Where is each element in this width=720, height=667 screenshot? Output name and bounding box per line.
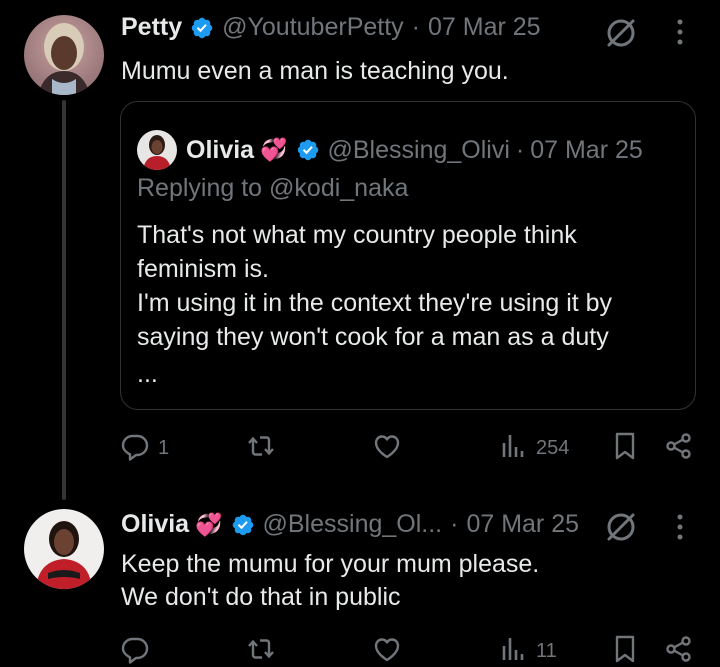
quote-text: That's not what my country people think … — [137, 221, 613, 351]
tweet-text: Keep the mumu for your mum please. We do… — [121, 550, 540, 611]
avatar-olivia-small — [137, 130, 177, 170]
reply-button[interactable] — [120, 633, 158, 667]
replying-to: Replying to @kodi_naka — [137, 174, 408, 203]
tweet-header: Petty @YoutuberPetty · 07 Mar 25 — [121, 13, 541, 42]
quoted-tweet[interactable]: Olivia 💞 @Blessing_Olivi · 07 Mar 25 Rep… — [120, 101, 696, 410]
verified-badge-icon — [231, 513, 255, 537]
separator-dot: · — [450, 510, 459, 538]
replying-handle: @kodi_naka — [269, 174, 409, 202]
tweet-date[interactable]: 07 Mar 25 — [428, 13, 541, 42]
bookmark-button[interactable] — [610, 633, 640, 667]
grok-icon[interactable] — [604, 510, 638, 544]
like-icon — [372, 634, 402, 667]
share-button[interactable] — [664, 430, 694, 466]
tweet-petty[interactable]: Petty @YoutuberPetty · 07 Mar 25 Mumu ev… — [0, 0, 720, 480]
reply-count: 1 — [158, 436, 170, 459]
like-icon — [372, 431, 402, 466]
views-count: 11 — [536, 639, 557, 662]
verified-badge-icon — [190, 16, 214, 40]
author-name[interactable]: Olivia — [121, 510, 189, 539]
tweet-header: Olivia 💞 @Blessing_Ol... · 07 Mar 25 — [121, 510, 579, 539]
views-icon — [498, 634, 528, 667]
repost-button[interactable] — [246, 430, 284, 466]
reply-icon — [120, 431, 150, 466]
reply-icon — [120, 634, 150, 667]
author-handle[interactable]: @YoutuberPetty — [222, 13, 404, 42]
repost-icon — [246, 634, 276, 667]
separator-dot: · — [515, 135, 525, 164]
share-button[interactable] — [664, 633, 694, 667]
views-button[interactable]: 254 — [498, 430, 569, 466]
like-button[interactable] — [372, 430, 410, 466]
share-icon — [664, 431, 694, 466]
views-button[interactable]: 11 — [498, 633, 557, 667]
repost-button[interactable] — [246, 633, 284, 667]
reply-button[interactable]: 1 — [120, 430, 169, 466]
heart-emoji: 💞 — [195, 511, 223, 537]
replying-prefix: Replying to — [137, 174, 270, 202]
bookmark-icon — [610, 431, 640, 466]
more-icon[interactable] — [675, 512, 685, 542]
more-icon[interactable] — [675, 17, 685, 47]
tweet-olivia[interactable]: Olivia 💞 @Blessing_Ol... · 07 Mar 25 Kee… — [0, 490, 720, 667]
like-button[interactable] — [372, 633, 410, 667]
bookmark-icon — [610, 634, 640, 667]
tweet-actions: 1 254 — [0, 430, 720, 466]
quote-date: 07 Mar 25 — [530, 135, 643, 164]
views-count: 254 — [536, 436, 570, 459]
author-name[interactable]: Petty — [121, 13, 182, 42]
avatar-olivia[interactable] — [24, 509, 104, 589]
heart-emoji: 💞 — [260, 137, 288, 162]
tweet-text: Mumu even a man is teaching you. — [121, 57, 509, 85]
bookmark-button[interactable] — [610, 430, 640, 466]
separator-dot: · — [411, 13, 420, 41]
quote-author-handle: @Blessing_Olivi — [327, 135, 510, 164]
share-icon — [664, 634, 694, 667]
grok-icon[interactable] — [604, 16, 638, 50]
tweet-date[interactable]: 07 Mar 25 — [466, 510, 579, 539]
repost-icon — [246, 431, 276, 466]
views-icon — [498, 431, 528, 466]
verified-badge-icon — [296, 138, 320, 162]
tweet-actions: 11 — [0, 633, 720, 667]
quote-author-name: Olivia — [186, 135, 255, 164]
quote-header: Olivia 💞 @Blessing_Olivi · 07 Mar 25 — [137, 130, 643, 170]
avatar-petty[interactable] — [24, 15, 104, 95]
author-handle[interactable]: @Blessing_Ol... — [263, 510, 443, 539]
quote-ellipsis: ... — [137, 360, 158, 388]
